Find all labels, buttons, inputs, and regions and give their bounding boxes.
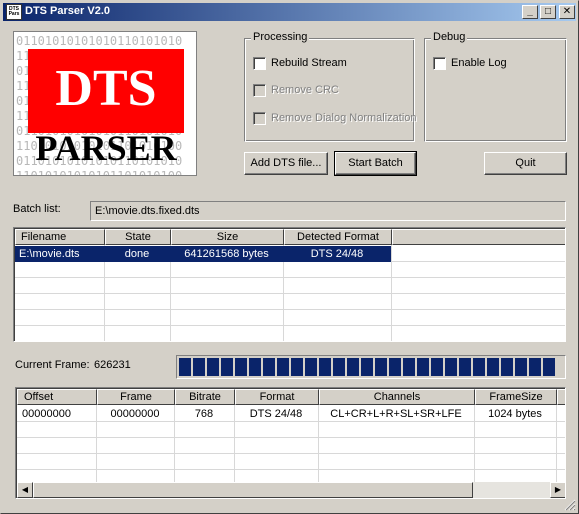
close-button[interactable]: ✕: [559, 5, 575, 19]
remove-dialog-normalization-label: Remove Dialog Normalization: [271, 112, 417, 124]
progress-block: [179, 358, 191, 376]
dts-parser-logo: 01101010101010110101010 1101010101010110…: [13, 31, 197, 176]
checkbox-box[interactable]: [433, 57, 446, 70]
window-title: DTS Parser V2.0: [25, 5, 110, 17]
debug-group: Debug Enable Log: [424, 31, 567, 142]
column-header-filename[interactable]: Filename: [15, 229, 105, 245]
progress-block: [277, 358, 289, 376]
cell-filename: E:\movie.dts: [15, 246, 104, 262]
scroll-left-icon[interactable]: ◀: [17, 482, 33, 498]
progress-block: [249, 358, 261, 376]
progress-block: [543, 358, 555, 376]
progress-bar: [176, 355, 566, 379]
checkbox-box: [253, 84, 266, 97]
cell-framesize: 1024 bytes: [488, 408, 542, 420]
progress-block: [487, 358, 499, 376]
table-row[interactable]: E:\movie.dts done 641261568 bytes DTS 24…: [15, 246, 392, 262]
column-header-format[interactable]: Format: [235, 389, 319, 405]
cell-bitrate: 768: [194, 408, 214, 420]
progress-block: [263, 358, 275, 376]
processing-group: Processing Rebuild Stream Remove CRC Rem…: [244, 31, 417, 142]
column-header-detected-format[interactable]: Detected Format: [284, 229, 392, 245]
progress-block: [347, 358, 359, 376]
progress-block: [207, 358, 219, 376]
cell-frame: 00000000: [110, 408, 160, 420]
progress-block: [515, 358, 527, 376]
resize-grip-icon[interactable]: [564, 499, 576, 511]
cell-format: DTS 24/48: [249, 408, 303, 420]
title-bar[interactable]: DTS Pars DTS Parser V2.0 _ □ ✕: [3, 3, 576, 21]
progress-block: [445, 358, 457, 376]
main-window: DTS Pars DTS Parser V2.0 _ □ ✕ 011010101…: [0, 0, 579, 514]
start-batch-button[interactable]: Start Batch: [334, 151, 417, 176]
table-row[interactable]: 00000000 00000000 768 DTS 24/48 CL+CR+L+…: [17, 406, 557, 422]
progress-block: [403, 358, 415, 376]
remove-crc-label: Remove CRC: [271, 84, 339, 96]
progress-block: [375, 358, 387, 376]
maximize-button[interactable]: □: [540, 5, 556, 19]
cell-state: done: [104, 246, 170, 262]
progress-block: [473, 358, 485, 376]
checkbox-box[interactable]: [253, 57, 266, 70]
checkbox-box: [253, 112, 266, 125]
app-icon[interactable]: DTS Pars: [6, 4, 22, 20]
column-header-channels[interactable]: Channels: [319, 389, 475, 405]
rebuild-stream-label[interactable]: Rebuild Stream: [271, 57, 347, 69]
horizontal-scrollbar[interactable]: ◀ ▶: [17, 482, 565, 498]
progress-block: [333, 358, 345, 376]
remove-crc-checkbox: Remove CRC: [253, 84, 403, 98]
enable-log-label[interactable]: Enable Log: [451, 57, 507, 69]
enable-log-checkbox[interactable]: Enable Log: [433, 57, 543, 71]
column-header-state[interactable]: State: [105, 229, 171, 245]
column-header-size[interactable]: Size: [171, 229, 284, 245]
batch-listview[interactable]: Filename State Size Detected Format E:\m…: [13, 227, 566, 342]
progress-block: [389, 358, 401, 376]
progress-block: [221, 358, 233, 376]
quit-button[interactable]: Quit: [484, 152, 567, 175]
progress-block: [305, 358, 317, 376]
column-header-frame[interactable]: Frame: [97, 389, 175, 405]
progress-block: [529, 358, 541, 376]
cell-detected-format: DTS 24/48: [283, 246, 391, 262]
column-header-bitrate[interactable]: Bitrate: [175, 389, 235, 405]
column-header-empty: [392, 229, 565, 245]
progress-block: [459, 358, 471, 376]
cell-size: 641261568 bytes: [170, 246, 283, 262]
progress-block: [361, 358, 373, 376]
cell-channels: CL+CR+L+R+SL+SR+LFE: [330, 408, 462, 420]
progress-block: [235, 358, 247, 376]
progress-block: [501, 358, 513, 376]
cell-offset: 00000000: [22, 408, 71, 420]
progress-block: [417, 358, 429, 376]
processing-legend: Processing: [251, 31, 310, 43]
batch-list-field[interactable]: E:\movie.dts.fixed.dts: [90, 201, 566, 221]
frame-listview[interactable]: Offset Frame Bitrate Format Channels Fra…: [15, 387, 566, 499]
current-frame-value: 626231: [94, 359, 131, 371]
current-frame-label: Current Frame:: [15, 359, 90, 371]
batch-list-label: Batch list:: [13, 203, 61, 215]
progress-block: [193, 358, 205, 376]
debug-legend: Debug: [431, 31, 468, 43]
progress-block: [431, 358, 443, 376]
column-header-offset[interactable]: Offset: [17, 389, 97, 405]
progress-block: [291, 358, 303, 376]
logo-brand-top: DTS: [55, 60, 157, 117]
scroll-right-icon[interactable]: ▶: [550, 482, 565, 498]
remove-dialog-normalization-checkbox: Remove Dialog Normalization: [253, 112, 417, 126]
column-header-framesize[interactable]: FrameSize: [475, 389, 557, 405]
scrollbar-thumb[interactable]: [33, 482, 473, 498]
progress-block: [319, 358, 331, 376]
minimize-button[interactable]: _: [522, 5, 538, 19]
add-dts-file-button[interactable]: Add DTS file...: [244, 152, 328, 175]
rebuild-stream-checkbox[interactable]: Rebuild Stream: [253, 57, 403, 71]
logo-brand-bottom: PARSER: [35, 128, 177, 168]
column-header-empty: [557, 389, 565, 405]
